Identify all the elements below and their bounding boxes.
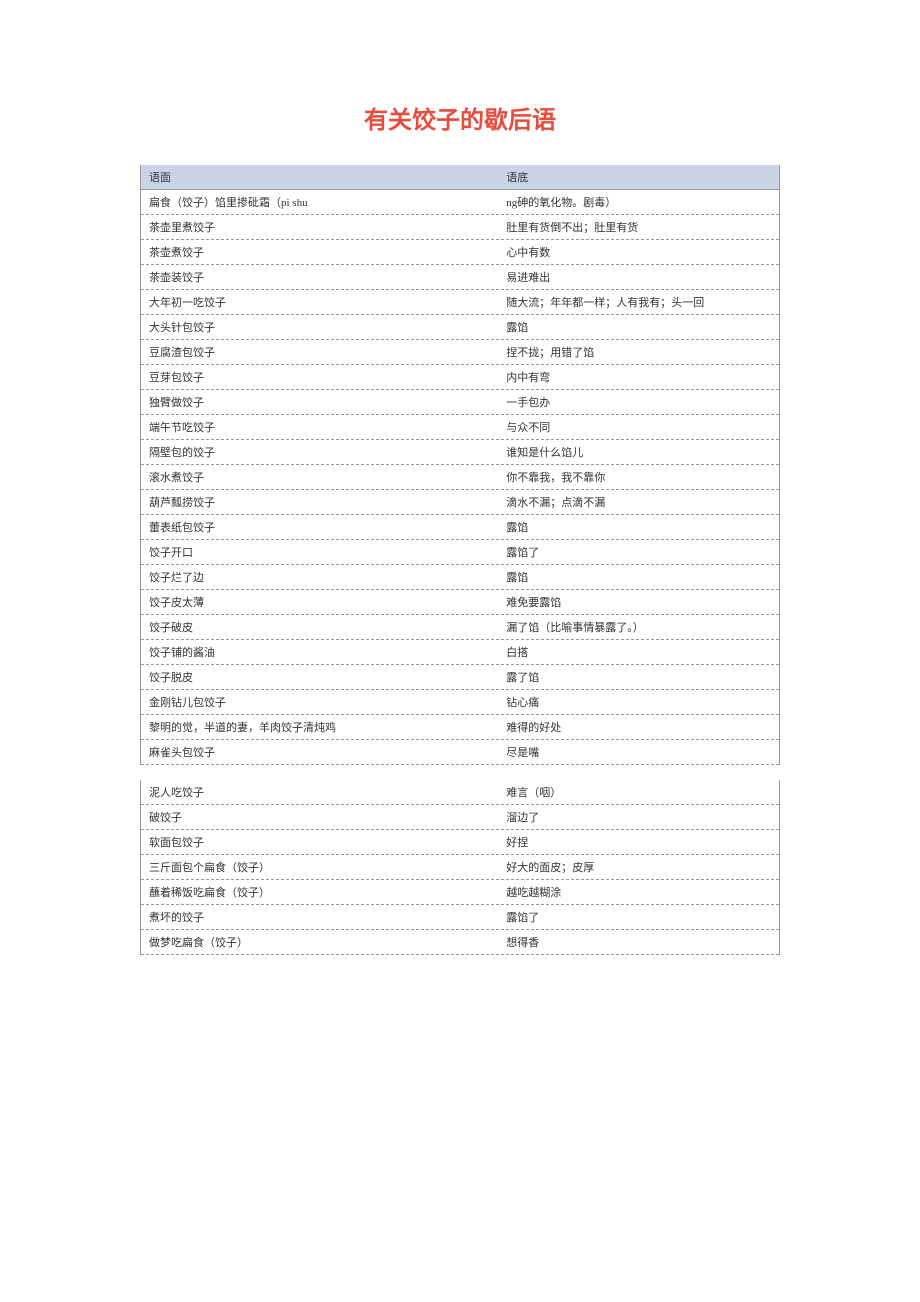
cell-left: 端午节吃饺子 — [141, 415, 498, 439]
cell-left: 饺子皮太薄 — [141, 590, 498, 614]
table-row: 端午节吃饺子与众不同 — [141, 415, 779, 440]
cell-right: 捏不拢；用错了馅 — [498, 340, 779, 364]
table-row: 饺子铺的酱油白搭 — [141, 640, 779, 665]
cell-right: 想得香 — [498, 930, 779, 954]
table-row: 泥人吃饺子难言（咽） — [141, 780, 779, 805]
table-row: 豆腐渣包饺子捏不拢；用错了馅 — [141, 340, 779, 365]
cell-left: 蘸着稀饭吃扁食（饺子） — [141, 880, 498, 904]
table-row: 饺子皮太薄难免要露馅 — [141, 590, 779, 615]
cell-right: 与众不同 — [498, 415, 779, 439]
cell-left: 茶壶里煮饺子 — [141, 215, 498, 239]
cell-left: 茶壶装饺子 — [141, 265, 498, 289]
cell-right: 一手包办 — [498, 390, 779, 414]
cell-right: 滴水不漏；点滴不漏 — [498, 490, 779, 514]
cell-left: 蕾表纸包饺子 — [141, 515, 498, 539]
table-row: 隔壁包的饺子谁知是什么馅儿 — [141, 440, 779, 465]
cell-right: 漏了馅（比喻事情暴露了。） — [498, 615, 779, 639]
table-row: 葫芦瓢捞饺子滴水不漏；点滴不漏 — [141, 490, 779, 515]
cell-left: 大头针包饺子 — [141, 315, 498, 339]
cell-right: 好大的面皮；皮厚 — [498, 855, 779, 879]
table-row: 大年初一吃饺子随大流；年年都一样；人有我有；头一回 — [141, 290, 779, 315]
table-row: 独臂做饺子一手包办 — [141, 390, 779, 415]
cell-right: 难免要露馅 — [498, 590, 779, 614]
cell-left: 扁食（饺子）馅里掺砒霜（pi shu — [141, 190, 498, 214]
cell-left: 做梦吃扁食（饺子） — [141, 930, 498, 954]
table-row: 茶壶里煮饺子肚里有货倒不出；肚里有货 — [141, 215, 779, 240]
table-row: 做梦吃扁食（饺子）想得香 — [141, 930, 779, 955]
cell-right: 露馅 — [498, 565, 779, 589]
cell-left: 泥人吃饺子 — [141, 780, 498, 804]
cell-left: 独臂做饺子 — [141, 390, 498, 414]
cell-left: 软面包饺子 — [141, 830, 498, 854]
table-row: 滚水煮饺子你不靠我，我不靠你 — [141, 465, 779, 490]
table-row: 软面包饺子好捏 — [141, 830, 779, 855]
table-row: 蘸着稀饭吃扁食（饺子）越吃越糊涂 — [141, 880, 779, 905]
table-row: 扁食（饺子）馅里掺砒霜（pi shung砷的氧化物。剧毒） — [141, 190, 779, 215]
cell-right: 露馅了 — [498, 905, 779, 929]
cell-left: 茶壶煮饺子 — [141, 240, 498, 264]
cell-left: 煮坏的饺子 — [141, 905, 498, 929]
cell-left: 饺子烂了边 — [141, 565, 498, 589]
table-row: 金刚钻儿包饺子钻心痛 — [141, 690, 779, 715]
cell-left: 三斤面包个扁食（饺子） — [141, 855, 498, 879]
cell-right: 难得的好处 — [498, 715, 779, 739]
cell-right: 肚里有货倒不出；肚里有货 — [498, 215, 779, 239]
table-row: 三斤面包个扁食（饺子）好大的面皮；皮厚 — [141, 855, 779, 880]
table-row: 麻雀头包饺子尽是嘴 — [141, 740, 779, 765]
cell-right: ng砷的氧化物。剧毒） — [498, 190, 779, 214]
cell-left: 滚水煮饺子 — [141, 465, 498, 489]
table-row: 黎明的觉，半道的妻，羊肉饺子清炖鸡难得的好处 — [141, 715, 779, 740]
table-row: 饺子开口露馅了 — [141, 540, 779, 565]
cell-right: 难言（咽） — [498, 780, 779, 804]
cell-left: 大年初一吃饺子 — [141, 290, 498, 314]
cell-right: 谁知是什么馅儿 — [498, 440, 779, 464]
table-row: 茶壶装饺子易进难出 — [141, 265, 779, 290]
cell-left: 饺子脱皮 — [141, 665, 498, 689]
table-row: 大头针包饺子露馅 — [141, 315, 779, 340]
cell-right: 易进难出 — [498, 265, 779, 289]
cell-right: 心中有数 — [498, 240, 779, 264]
cell-left: 麻雀头包饺子 — [141, 740, 498, 764]
cell-right: 露馅了 — [498, 540, 779, 564]
cell-right: 尽是嘴 — [498, 740, 779, 764]
cell-left: 金刚钻儿包饺子 — [141, 690, 498, 714]
cell-right: 溜边了 — [498, 805, 779, 829]
cell-right: 随大流；年年都一样；人有我有；头一回 — [498, 290, 779, 314]
cell-right: 露馅 — [498, 515, 779, 539]
table-1: 语面 语底 扁食（饺子）馅里掺砒霜（pi shung砷的氧化物。剧毒）茶壶里煮饺… — [140, 165, 780, 765]
cell-right: 白搭 — [498, 640, 779, 664]
cell-left: 饺子开口 — [141, 540, 498, 564]
table-row: 饺子破皮漏了馅（比喻事情暴露了。） — [141, 615, 779, 640]
table-row: 饺子脱皮露了馅 — [141, 665, 779, 690]
header-left: 语面 — [141, 165, 498, 189]
cell-right: 你不靠我，我不靠你 — [498, 465, 779, 489]
table-row: 蕾表纸包饺子露馅 — [141, 515, 779, 540]
cell-left: 破饺子 — [141, 805, 498, 829]
cell-right: 露馅 — [498, 315, 779, 339]
cell-right: 越吃越糊涂 — [498, 880, 779, 904]
cell-left: 豆腐渣包饺子 — [141, 340, 498, 364]
cell-right: 好捏 — [498, 830, 779, 854]
table-row: 饺子烂了边露馅 — [141, 565, 779, 590]
table-row: 豆芽包饺子内中有弯 — [141, 365, 779, 390]
table-2: 泥人吃饺子难言（咽）破饺子溜边了软面包饺子好捏三斤面包个扁食（饺子）好大的面皮；… — [140, 780, 780, 955]
cell-left: 豆芽包饺子 — [141, 365, 498, 389]
page-title: 有关饺子的歇后语 — [140, 100, 780, 135]
cell-left: 葫芦瓢捞饺子 — [141, 490, 498, 514]
cell-left: 黎明的觉，半道的妻，羊肉饺子清炖鸡 — [141, 715, 498, 739]
cell-right: 内中有弯 — [498, 365, 779, 389]
cell-left: 饺子铺的酱油 — [141, 640, 498, 664]
cell-right: 露了馅 — [498, 665, 779, 689]
table-row: 茶壶煮饺子心中有数 — [141, 240, 779, 265]
table-row: 破饺子溜边了 — [141, 805, 779, 830]
cell-left: 隔壁包的饺子 — [141, 440, 498, 464]
table-row: 煮坏的饺子露馅了 — [141, 905, 779, 930]
cell-right: 钻心痛 — [498, 690, 779, 714]
header-right: 语底 — [498, 165, 779, 189]
cell-left: 饺子破皮 — [141, 615, 498, 639]
table-header: 语面 语底 — [141, 165, 779, 190]
